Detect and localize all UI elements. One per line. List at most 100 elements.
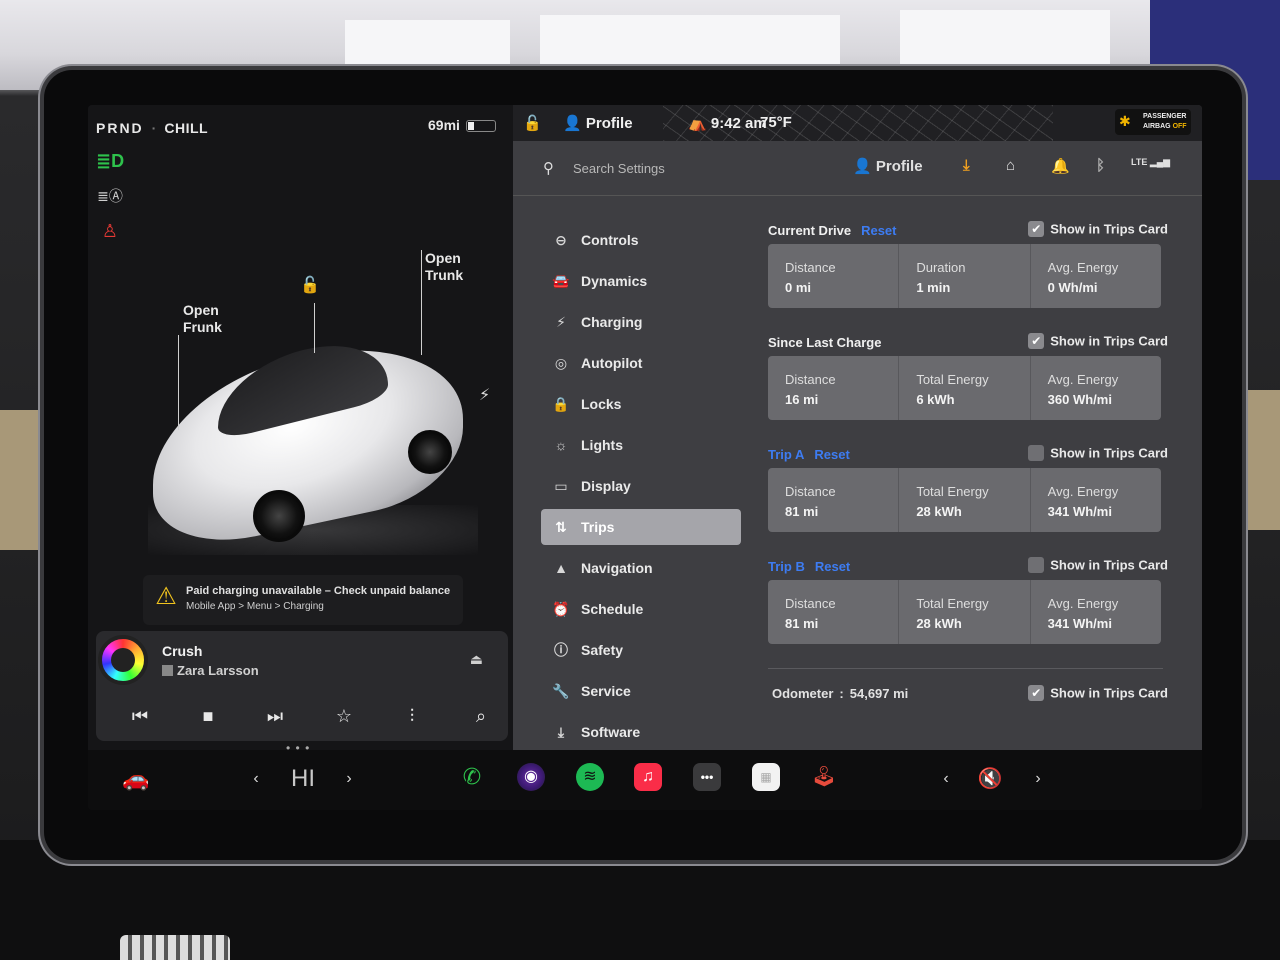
sidebar-item-navigation[interactable]: ▲ Navigation <box>541 548 741 589</box>
climate-temp-display[interactable]: HI <box>283 764 323 794</box>
navigation-icon: ▲ <box>554 560 568 576</box>
camera-icon[interactable]: ◉ <box>517 763 545 791</box>
arcade-joystick-icon[interactable]: 🕹 <box>810 763 838 791</box>
checkbox-checked-icon[interactable]: ✔ <box>1028 684 1045 701</box>
settings-panel: 🔓 👤 Profile ⛺ 9:42 am 75°F ✱ PASSENGER A… <box>513 105 1202 750</box>
background-window <box>345 20 510 75</box>
warning-icon: ⚠ <box>155 583 177 610</box>
show-in-trips-card-toggle[interactable]: ✔ Show in Trips Card <box>1028 220 1168 238</box>
current-drive-section: Current Drive Reset ✔ Show in Trips Card D… <box>768 220 1168 332</box>
auto-high-beam-icon: ≣Ⓐ <box>97 188 123 204</box>
equalizer-icon[interactable]: ⫶ <box>397 701 427 731</box>
since-last-charge-section: Since Last Charge ✔ Show in Trips Card Di… <box>768 332 1168 444</box>
alarm-icon: ⏰ <box>552 601 570 617</box>
volume-up-chevron-icon[interactable]: › <box>1030 764 1046 794</box>
lock-icon: 🔒 <box>552 396 570 412</box>
checkbox-checked-icon[interactable]: ✔ <box>1028 332 1045 349</box>
sidebar-item-schedule[interactable]: ⏰ Schedule <box>541 589 741 630</box>
show-in-trips-card-toggle[interactable]: Show in Trips Card <box>1028 444 1168 462</box>
open-trunk-button[interactable]: Open Trunk <box>425 250 463 284</box>
homelink-icon[interactable]: ⌂ <box>1006 157 1015 174</box>
stat-distance: Distance 81 mi <box>768 580 900 644</box>
next-track-icon[interactable]: ⏭ <box>260 701 290 731</box>
car-controls-icon[interactable]: 🚗 <box>118 764 154 794</box>
media-search-icon[interactable]: ⌕ <box>466 701 496 731</box>
sidebar-item-charging[interactable]: ⚡ Charging <box>541 302 741 343</box>
air-vent <box>120 935 230 960</box>
phone-icon[interactable]: ✆ <box>458 763 486 791</box>
more-apps-icon[interactable]: ••• <box>693 763 721 791</box>
trips-icon: ⇅ <box>555 519 567 535</box>
sidebar-item-trips[interactable]: ⇅ Trips <box>541 509 741 545</box>
notification-bell-icon[interactable]: 🔔 <box>1051 157 1070 175</box>
clock: ⛺ 9:42 am <box>688 115 767 132</box>
stats-box: Distance 0 mi Duration 1 min Avg. Energy 0 … <box>768 244 1161 308</box>
drive-status: PRND · CHILL <box>96 120 209 136</box>
show-in-trips-card-toggle[interactable]: ✔ Show in Trips Card <box>1028 332 1168 350</box>
stats-box: Distance 81 mi Total Energy 28 kWh Avg. En… <box>768 468 1161 532</box>
stop-icon[interactable]: ■ <box>193 701 223 731</box>
temp-up-chevron-icon[interactable]: › <box>341 764 357 794</box>
seatbelt-warning-icon: ♙ <box>101 221 119 241</box>
headlights-icon: ≣D <box>96 151 125 171</box>
sidebar-item-locks[interactable]: 🔒 Locks <box>541 384 741 425</box>
open-frunk-button[interactable]: Open Frunk <box>183 302 222 336</box>
sidebar-item-software[interactable]: ⤓ Software <box>541 712 741 753</box>
checkbox-unchecked-icon[interactable] <box>1028 556 1045 573</box>
stat-distance: Distance 16 mi <box>768 356 900 420</box>
wheel <box>253 490 305 542</box>
sidebar-item-label: Navigation <box>581 560 653 576</box>
sidebar-item-lights[interactable]: ☼ Lights <box>541 425 741 466</box>
search-settings-input[interactable] <box>573 157 773 179</box>
sidebar-item-service[interactable]: 🔧 Service <box>541 671 741 712</box>
sidebar-item-autopilot[interactable]: ◎ Autopilot <box>541 343 741 384</box>
sidebar-item-label: Charging <box>581 314 643 330</box>
sidebar-item-controls[interactable]: ⊖ Controls <box>541 220 741 261</box>
stat-distance: Distance 81 mi <box>768 468 900 532</box>
stat-distance: Distance 0 mi <box>768 244 900 308</box>
sun-icon: ☼ <box>554 437 568 453</box>
apple-music-icon[interactable]: ♫ <box>634 763 662 791</box>
stat-avg-energy: Avg. Energy 341 Wh/mi <box>1047 596 1119 631</box>
passenger-airbag-status: ✱ PASSENGER AIRBAG OFF <box>1115 109 1191 135</box>
volume-down-chevron-icon[interactable]: ‹ <box>938 764 954 794</box>
charging-warning[interactable]: ⚠ Paid charging unavailable – Check unpa… <box>143 575 463 625</box>
sidebar-item-display[interactable]: ▭ Display <box>541 466 741 507</box>
audio-source-icon[interactable]: ⏏ <box>470 651 483 668</box>
temp-down-chevron-icon[interactable]: ‹ <box>248 764 264 794</box>
lock-status-icon[interactable]: 🔓 <box>523 114 542 132</box>
show-in-trips-card-toggle[interactable]: Show in Trips Card <box>1028 556 1168 574</box>
sidebar-item-safety[interactable]: ⓘ Safety <box>541 630 741 671</box>
favorite-star-icon[interactable]: ☆ <box>329 701 359 731</box>
wheel <box>408 430 452 474</box>
odometer: Odometer:54,697 mi <box>772 686 909 701</box>
profile-menu[interactable]: 👤 Profile <box>853 157 923 175</box>
sidebar-item-dynamics[interactable]: 🚘 Dynamics <box>541 261 741 302</box>
song-title: Crush <box>162 643 203 659</box>
charge-port-icon[interactable]: ⚡ <box>479 385 490 405</box>
calendar-icon[interactable]: ▦ <box>752 763 780 791</box>
stats-box: Distance 81 mi Total Energy 28 kWh Avg. En… <box>768 580 1161 644</box>
spotify-icon[interactable]: ≋ <box>576 763 604 791</box>
checkbox-checked-icon[interactable]: ✔ <box>1028 220 1045 237</box>
background-window <box>540 15 840 75</box>
show-in-trips-card-toggle[interactable]: ✔ Show in Trips Card <box>1028 684 1168 702</box>
reset-trip-a-button[interactable]: Reset <box>814 447 849 462</box>
reset-trip-b-button[interactable]: Reset <box>815 559 850 574</box>
unlock-icon[interactable]: 🔓 <box>300 275 320 295</box>
top-status-bar: 🔓 👤 Profile ⛺ 9:42 am 75°F ✱ PASSENGER A… <box>513 105 1202 141</box>
bluetooth-icon[interactable]: ᛒ <box>1096 157 1105 174</box>
previous-track-icon[interactable]: ⏮ <box>125 701 155 731</box>
sentry-icon: ⛺ <box>688 115 707 132</box>
reset-current-drive-button[interactable]: Reset <box>861 223 896 238</box>
car-icon: 🚘 <box>552 273 570 289</box>
download-icon[interactable]: ⤓ <box>963 157 970 174</box>
volume-muted-icon[interactable]: 🔇 <box>973 764 1007 794</box>
profile-button[interactable]: 👤 Profile <box>563 114 633 132</box>
sidebar-item-label: Controls <box>581 232 639 248</box>
checkbox-unchecked-icon[interactable] <box>1028 444 1045 461</box>
trips-content: Current Drive Reset ✔ Show in Trips Card D… <box>768 220 1168 701</box>
safety-icon: ⓘ <box>554 642 568 658</box>
settings-nav: ⊖ Controls 🚘 Dynamics ⚡ Charging ◎ Autopilot 🔒 Lo… <box>541 220 741 753</box>
stat-duration: Duration 1 min <box>899 244 1031 308</box>
